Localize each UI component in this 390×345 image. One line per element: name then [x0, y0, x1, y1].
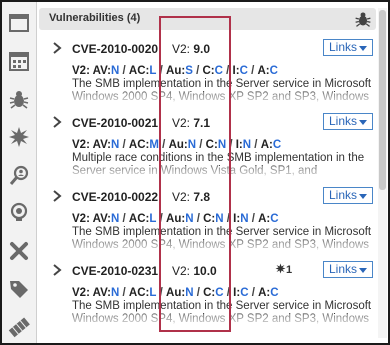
- cvss-score: V2: 7.8: [172, 190, 210, 204]
- cvss-score: V2: 10.0: [172, 264, 217, 278]
- vulnerabilities-panel: Vulnerabilities (4) CVE-2010-0020 V2: 9.…: [0, 0, 390, 345]
- tag-icon[interactable]: [8, 278, 30, 300]
- description-fade: [72, 314, 372, 328]
- chevron-right-icon[interactable]: [52, 190, 62, 202]
- scrollbar-thumb[interactable]: [379, 10, 386, 190]
- cve-id[interactable]: CVE-2010-0022: [72, 190, 158, 204]
- cvss-value: 7.1: [193, 116, 211, 130]
- caret-down-icon: [359, 120, 367, 125]
- cve-id[interactable]: CVE-2010-0020: [72, 42, 158, 56]
- lightbulb-icon[interactable]: [8, 202, 30, 224]
- links-dropdown[interactable]: Links: [323, 261, 373, 278]
- chevron-right-icon[interactable]: [52, 264, 62, 276]
- chevron-right-icon[interactable]: [52, 42, 62, 54]
- links-label: Links: [329, 40, 358, 54]
- chevron-right-icon[interactable]: [52, 116, 62, 128]
- cvss-vector: V2: AV:N / AC:L / Au:S / C:C / I:C / A:C: [72, 65, 278, 77]
- description-fade: [72, 240, 372, 254]
- vulnerability-card: CVE-2010-0020 V2: 9.0 Links V2: AV:N / A…: [39, 36, 376, 106]
- links-label: Links: [329, 262, 358, 276]
- cvss-value: 9.0: [193, 42, 211, 56]
- cvss-vector: V2: AV:N / AC:L / Au:N / C:C / I:C / A:C: [72, 287, 279, 299]
- links-dropdown[interactable]: Links: [323, 39, 373, 56]
- panel-title: Vulnerabilities (4): [49, 12, 141, 24]
- cvss-score: V2: 7.1: [172, 116, 210, 130]
- sidebar: [2, 2, 37, 343]
- cvss-label: V2:: [172, 116, 191, 130]
- links-label: Links: [329, 188, 358, 202]
- vulnerability-card: CVE-2010-0231 V2: 10.0 1 Links V2: AV:N …: [39, 258, 376, 328]
- cvss-label: V2:: [172, 264, 191, 278]
- cve-id[interactable]: CVE-2010-0021: [72, 116, 158, 130]
- description-fade: [72, 166, 372, 180]
- cvss-value: 7.8: [193, 190, 211, 204]
- vulnerability-card: CVE-2010-0021 V2: 7.1 Links V2: AV:N / A…: [39, 110, 376, 180]
- vulnerability-card: CVE-2010-0022 V2: 7.8 Links V2: AV:N / A…: [39, 184, 376, 254]
- links-label: Links: [329, 114, 358, 128]
- calendar-icon[interactable]: [8, 50, 30, 72]
- caret-down-icon: [359, 268, 367, 273]
- bug-icon[interactable]: [8, 88, 30, 110]
- links-dropdown[interactable]: Links: [323, 113, 373, 130]
- cvss-value: 10.0: [193, 264, 217, 278]
- exploit-count: 1: [286, 264, 293, 276]
- ticket-icon[interactable]: [8, 316, 30, 338]
- crossed-tools-icon[interactable]: [8, 240, 30, 262]
- caret-down-icon: [359, 46, 367, 51]
- cvss-label: V2:: [172, 42, 191, 56]
- cvss-vector: V2: AV:N / AC:L / Au:N / C:N / I:N / A:C: [72, 213, 279, 225]
- cve-id[interactable]: CVE-2010-0231: [72, 264, 158, 278]
- bug-icon: [355, 12, 371, 27]
- description-fade: [72, 92, 372, 106]
- window-icon[interactable]: [8, 12, 30, 34]
- cvss-label: V2:: [172, 190, 191, 204]
- caret-down-icon: [359, 194, 367, 199]
- burst-icon[interactable]: [8, 126, 30, 148]
- magnifier-person-icon[interactable]: [8, 164, 30, 186]
- cvss-vector: V2: AV:N / AC:M / Au:N / C:N / I:N / A:C: [72, 139, 282, 151]
- exploit-indicator: 1: [275, 263, 292, 276]
- burst-icon: [275, 263, 286, 274]
- links-dropdown[interactable]: Links: [323, 187, 373, 204]
- cvss-score: V2: 9.0: [172, 42, 210, 56]
- panel-header: Vulnerabilities (4): [39, 8, 376, 30]
